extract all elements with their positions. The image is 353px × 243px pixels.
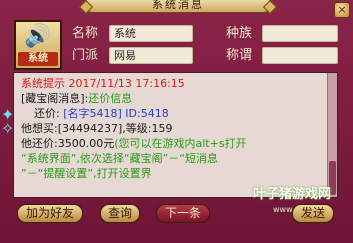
next-message-button[interactable]: 下一条 — [156, 204, 210, 223]
message-header: 系统提示 2017/11/13 17:16:15 — [21, 77, 185, 90]
message-hint: “系统界面”,依次选择“藏宝阁”－“短消息 — [21, 152, 218, 165]
race-label: 种族 — [226, 26, 253, 41]
message-line: 他想买:[34494237],等级:159 — [21, 122, 173, 135]
player-name-link[interactable]: [名字5418] — [63, 107, 122, 120]
title-label: 称谓 — [226, 48, 253, 63]
message-panel[interactable]: 系统提示 2017/11/13 17:16:15 [藏宝阁消息]:还价信息 还价… — [13, 72, 338, 198]
faction-field: 网易 — [109, 47, 193, 64]
message-type: 还价信息 — [88, 92, 133, 105]
message-source: [藏宝阁消息]: — [21, 92, 89, 105]
sparkle-icon: ✦ ✧ — [1, 105, 15, 138]
system-message-window: 系统消息 × 🔊 系统 名称 系统 种族 门派 网易 称谓 系统提示 2017/… — [0, 0, 353, 243]
player-id: ID:5418 — [125, 107, 169, 120]
add-friend-button[interactable]: 加为好友 — [17, 204, 83, 223]
query-button[interactable]: 查询 — [100, 204, 140, 223]
message-line: 还价: [名字5418] ID:5418 — [34, 107, 169, 121]
title-field — [262, 47, 338, 64]
close-icon[interactable]: × — [334, 2, 350, 18]
message-scrollbar[interactable] — [327, 73, 337, 197]
avatar-label: 系统 — [18, 52, 58, 66]
message-hint: (您可以在游戏内alt+s打开 — [114, 137, 247, 150]
avatar: 🔊 系统 — [14, 20, 62, 70]
watermark-logo: 叶子猪游戏网 — [253, 187, 332, 202]
counter-offer-label: 还价: — [34, 107, 60, 120]
offer-price: 他还价:3500.00元 — [21, 137, 115, 150]
window-title: 系统消息 — [86, 0, 270, 13]
race-field — [262, 25, 338, 42]
name-field: 系统 — [109, 25, 193, 42]
message-line: [藏宝阁消息]:还价信息 — [21, 92, 132, 106]
send-button[interactable]: 发送 — [292, 204, 334, 223]
message-line: 他还价:3500.00元(您可以在游戏内alt+s打开 — [21, 137, 247, 151]
message-hint: ”－“提醒设置”,打开设置界 — [21, 167, 152, 180]
faction-label: 门派 — [72, 48, 99, 63]
speaker-icon: 🔊 — [24, 24, 52, 49]
name-label: 名称 — [72, 26, 99, 41]
